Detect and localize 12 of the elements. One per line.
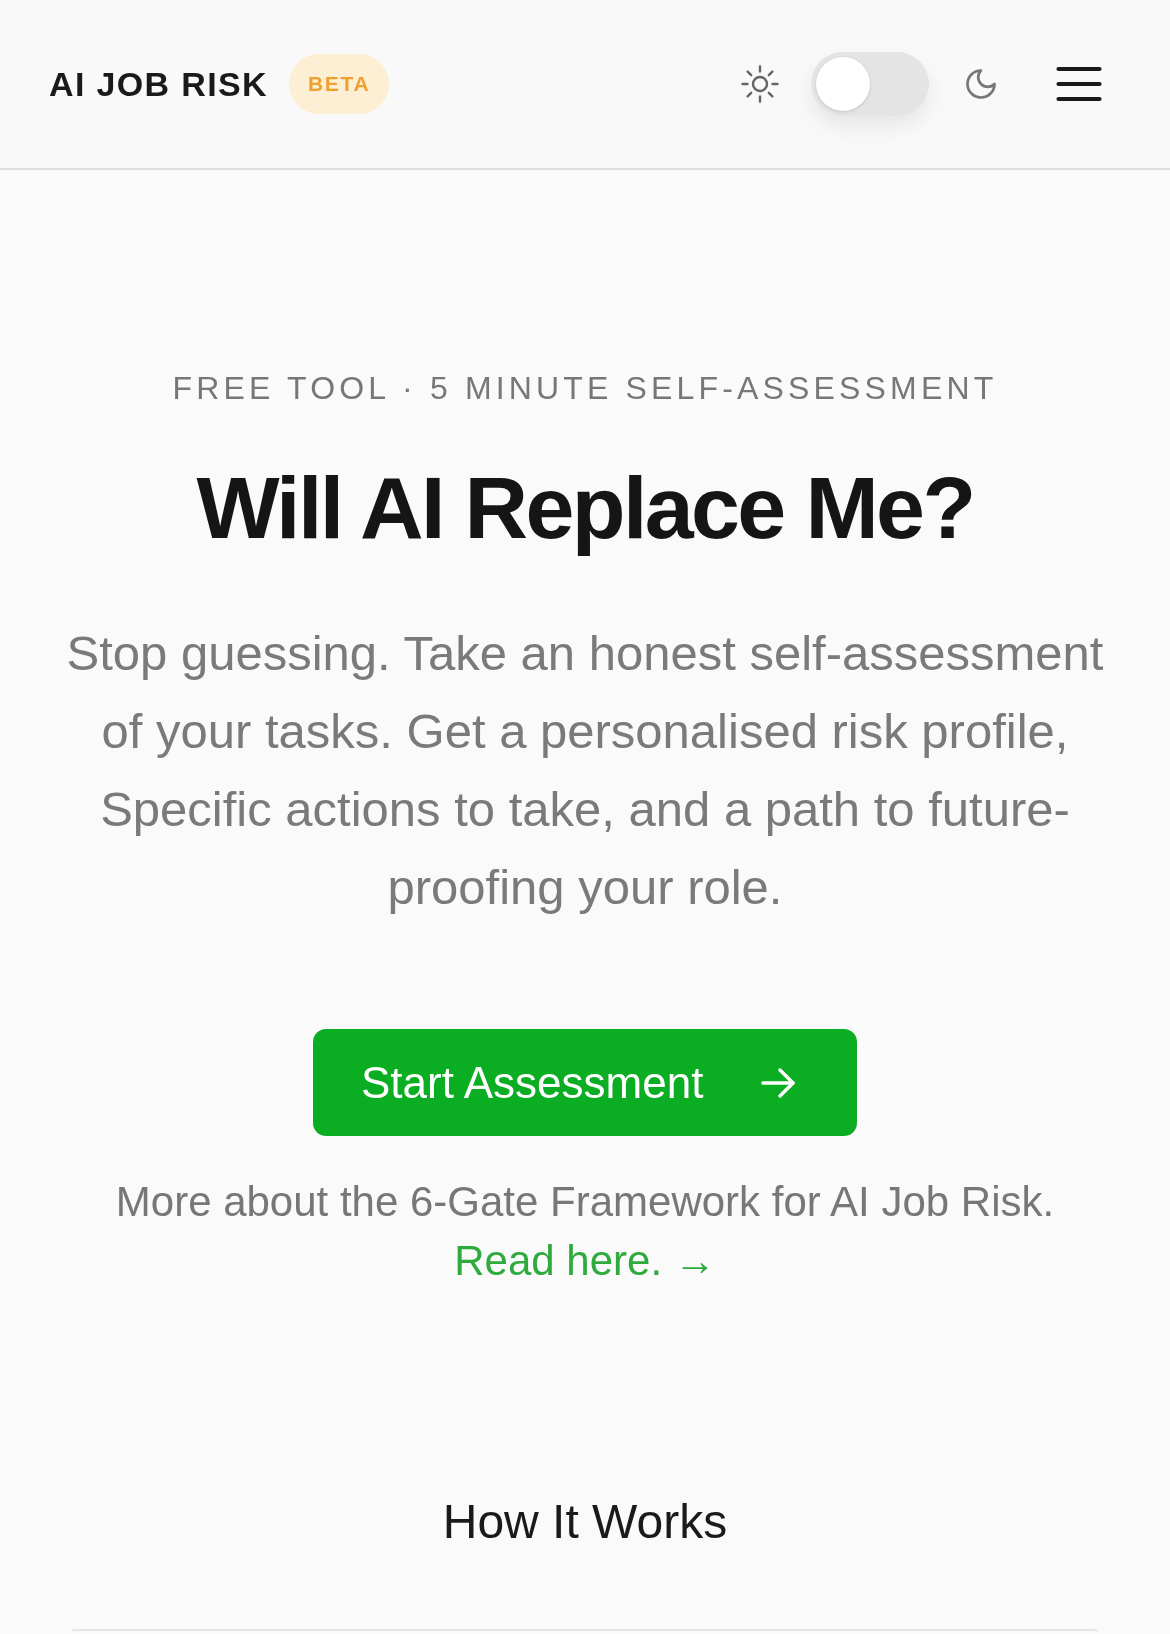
sun-icon (741, 65, 779, 103)
start-assessment-button[interactable]: Start Assessment (313, 1029, 857, 1136)
hero-title: Will AI Replace Me? (196, 459, 974, 556)
hero-description: Stop guessing. Take an honest self-assessment of your tasks. Get a personalised risk profile, Specific actions to take, and a path to future-proofing your role. (65, 625, 1105, 916)
beta-badge: BETA (289, 54, 390, 114)
menu-icon[interactable] (1056, 66, 1102, 102)
framework-note: More about the 6-Gate Framework for AI Job Risk. (115, 1177, 1055, 1227)
eyebrow-text: FREE TOOL · 5 MINUTE SELF-ASSESSMENT (172, 369, 998, 407)
logo-text[interactable]: AI JOB RISK (49, 58, 268, 110)
read-here-link[interactable]: Read here. → (454, 1231, 716, 1290)
moon-icon (963, 66, 999, 102)
section-title: How It Works (442, 1494, 728, 1550)
